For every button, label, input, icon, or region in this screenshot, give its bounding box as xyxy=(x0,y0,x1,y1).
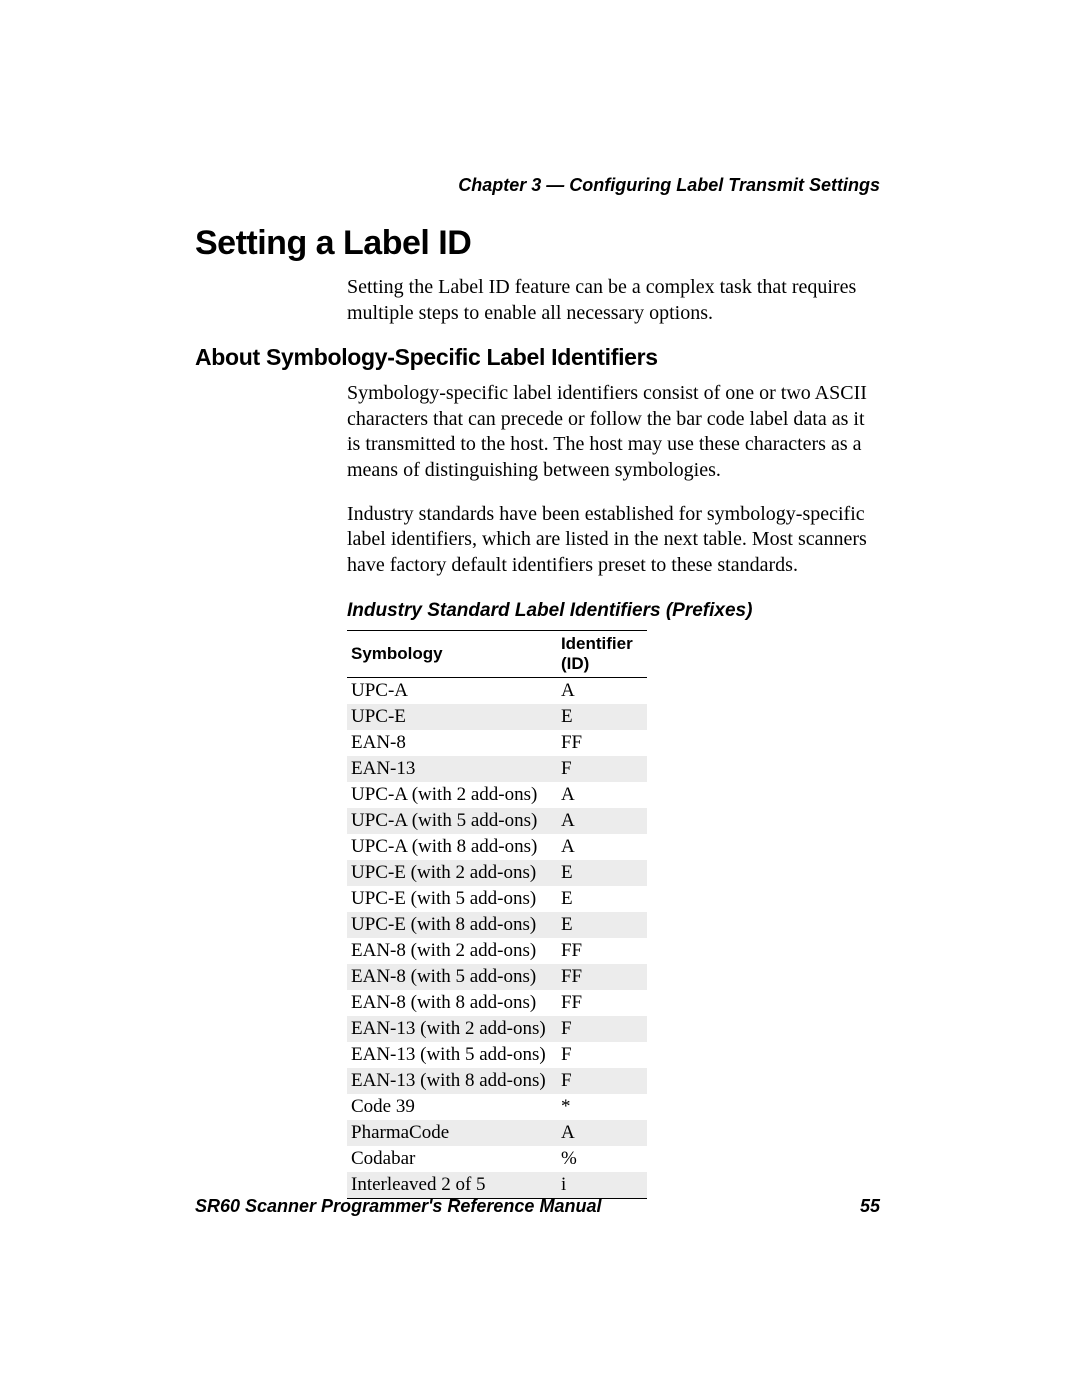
page-title: Setting a Label ID xyxy=(195,224,880,263)
table-row: EAN-13 (with 2 add-ons)F xyxy=(347,1016,647,1042)
cell-identifier: FF xyxy=(557,990,647,1016)
table-row: EAN-8 (with 8 add-ons)FF xyxy=(347,990,647,1016)
cell-symbology: Code 39 xyxy=(347,1094,557,1120)
table-row: Interleaved 2 of 5i xyxy=(347,1172,647,1199)
cell-symbology: EAN-8 (with 5 add-ons) xyxy=(347,964,557,990)
cell-identifier: i xyxy=(557,1172,647,1199)
table-row: EAN-8 (with 5 add-ons)FF xyxy=(347,964,647,990)
footer-manual-title: SR60 Scanner Programmer's Reference Manu… xyxy=(195,1196,601,1217)
cell-symbology: UPC-E (with 8 add-ons) xyxy=(347,912,557,938)
table-row: EAN-13 (with 5 add-ons)F xyxy=(347,1042,647,1068)
table-row: UPC-E (with 2 add-ons)E xyxy=(347,860,647,886)
cell-symbology: Interleaved 2 of 5 xyxy=(347,1172,557,1199)
cell-symbology: UPC-E xyxy=(347,704,557,730)
body-block: Setting the Label ID feature can be a co… xyxy=(347,275,880,326)
cell-symbology: PharmaCode xyxy=(347,1120,557,1146)
cell-symbology: EAN-13 (with 5 add-ons) xyxy=(347,1042,557,1068)
table-row: EAN-8FF xyxy=(347,730,647,756)
cell-identifier: FF xyxy=(557,964,647,990)
cell-identifier: A xyxy=(557,678,647,705)
table-row: UPC-E (with 5 add-ons)E xyxy=(347,886,647,912)
cell-symbology: EAN-8 (with 2 add-ons) xyxy=(347,938,557,964)
table-row: UPC-AA xyxy=(347,678,647,705)
page-footer: SR60 Scanner Programmer's Reference Manu… xyxy=(195,1196,880,1217)
table-row: EAN-13 (with 8 add-ons)F xyxy=(347,1068,647,1094)
table-row: EAN-8 (with 2 add-ons)FF xyxy=(347,938,647,964)
cell-identifier: FF xyxy=(557,938,647,964)
section-heading: About Symbology-Specific Label Identifie… xyxy=(195,344,880,371)
cell-identifier: E xyxy=(557,860,647,886)
cell-identifier: F xyxy=(557,1068,647,1094)
table-row: EAN-13F xyxy=(347,756,647,782)
cell-symbology: UPC-E (with 5 add-ons) xyxy=(347,886,557,912)
cell-identifier: F xyxy=(557,756,647,782)
table-row: Code 39* xyxy=(347,1094,647,1120)
table-row: UPC-E (with 8 add-ons)E xyxy=(347,912,647,938)
table-row: UPC-A (with 2 add-ons)A xyxy=(347,782,647,808)
cell-symbology: EAN-13 (with 2 add-ons) xyxy=(347,1016,557,1042)
table-header-row: Symbology Identifier (ID) xyxy=(347,631,647,678)
table-row: Codabar% xyxy=(347,1146,647,1172)
cell-symbology: UPC-A xyxy=(347,678,557,705)
paragraph: Symbology-specific label identifiers con… xyxy=(347,381,880,483)
cell-identifier: A xyxy=(557,1120,647,1146)
table-row: PharmaCodeA xyxy=(347,1120,647,1146)
cell-identifier: F xyxy=(557,1042,647,1068)
cell-identifier: F xyxy=(557,1016,647,1042)
body-block: Symbology-specific label identifiers con… xyxy=(347,381,880,1199)
footer-page-number: 55 xyxy=(860,1196,880,1217)
paragraph: Industry standards have been established… xyxy=(347,502,880,579)
identifier-table: Symbology Identifier (ID) UPC-AAUPC-EEEA… xyxy=(347,630,647,1199)
cell-symbology: EAN-8 (with 8 add-ons) xyxy=(347,990,557,1016)
cell-symbology: EAN-13 xyxy=(347,756,557,782)
table-row: UPC-EE xyxy=(347,704,647,730)
intro-paragraph: Setting the Label ID feature can be a co… xyxy=(347,275,880,326)
chapter-header: Chapter 3 — Configuring Label Transmit S… xyxy=(195,175,880,196)
cell-symbology: UPC-A (with 2 add-ons) xyxy=(347,782,557,808)
cell-identifier: E xyxy=(557,912,647,938)
cell-identifier: * xyxy=(557,1094,647,1120)
cell-symbology: UPC-A (with 5 add-ons) xyxy=(347,808,557,834)
cell-identifier: A xyxy=(557,808,647,834)
col-header-identifier: Identifier (ID) xyxy=(557,631,647,678)
page: Chapter 3 — Configuring Label Transmit S… xyxy=(0,0,1080,1397)
cell-symbology: EAN-8 xyxy=(347,730,557,756)
cell-symbology: EAN-13 (with 8 add-ons) xyxy=(347,1068,557,1094)
cell-identifier: % xyxy=(557,1146,647,1172)
cell-symbology: UPC-A (with 8 add-ons) xyxy=(347,834,557,860)
cell-identifier: E xyxy=(557,886,647,912)
cell-identifier: A xyxy=(557,834,647,860)
col-header-symbology: Symbology xyxy=(347,631,557,678)
cell-identifier: A xyxy=(557,782,647,808)
table-caption: Industry Standard Label Identifiers (Pre… xyxy=(347,600,880,622)
table-row: UPC-A (with 5 add-ons)A xyxy=(347,808,647,834)
cell-symbology: UPC-E (with 2 add-ons) xyxy=(347,860,557,886)
cell-symbology: Codabar xyxy=(347,1146,557,1172)
cell-identifier: E xyxy=(557,704,647,730)
cell-identifier: FF xyxy=(557,730,647,756)
table-row: UPC-A (with 8 add-ons)A xyxy=(347,834,647,860)
